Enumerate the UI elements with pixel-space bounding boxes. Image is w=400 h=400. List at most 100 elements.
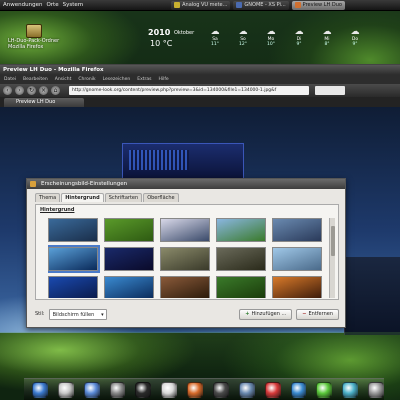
wallpaper-thumbnail[interactable] [48,218,98,242]
weather-temperature: 10 °C [150,39,173,48]
menu-item[interactable]: Bearbeiten [23,77,48,82]
cloud-icon: ☁ [322,27,332,37]
menu-item[interactable]: Datei [4,77,16,82]
music-icon[interactable] [342,381,359,398]
forecast-day-temp: 11° [211,42,219,47]
task-button[interactable]: Preview LH Duo [291,0,345,10]
section-title: Hintergrund [40,207,75,213]
wallpaper-thumbnail[interactable] [272,218,322,242]
forecast-day: ☁ Do 9° [348,27,362,48]
forecast-day: ☁ Mo 10° [264,28,278,48]
forecast-day: ☁ Sa 11° [208,28,222,48]
tab-preview[interactable]: Preview LH Duo [4,98,84,107]
wallpaper-scrollbar[interactable] [329,218,335,298]
wallpaper-thumbnail[interactable] [104,276,154,298]
bottom-dock [24,378,385,400]
back-icon[interactable]: ‹ [3,86,12,95]
menu-applications[interactable]: Anwendungen [3,2,42,8]
wallpaper-thumbnail[interactable] [104,247,154,271]
folder-icon[interactable] [109,381,126,398]
help-icon[interactable] [290,381,307,398]
remove-button[interactable]: − Entfernen [296,308,339,320]
dialog-tabs: Thema Hintergrund Schriftarten Oberfläche [27,189,345,202]
chat-icon[interactable] [316,381,333,398]
add-button-label: Hinzufügen ... [251,311,287,317]
calendar-icon[interactable] [264,381,281,398]
menu-places[interactable]: Orte [46,2,58,8]
forecast-day-temp: 12° [239,42,247,47]
app-icon [294,2,301,8]
side-preview-image [344,257,400,335]
task-button[interactable]: GNOME - XS Pi... [233,0,289,10]
wallpaper-thumbnail[interactable] [272,247,322,271]
folder-icon [25,24,42,38]
weather-forecast: ☁ Sa 11° ☁ So 12° ☁ Mo 10° ☁ Di 9° ☁ Mi 8° ☁ Do 9° [208,27,362,48]
cloud-icon: ☁ [238,27,248,37]
app-icon [236,2,243,8]
task-list: Analog VU mete... GNOME - XS Pi... Preview… [171,0,345,10]
menu-item[interactable]: Chronik [78,77,95,82]
menu-item[interactable]: Extras [137,77,151,82]
wallpaper-thumbnail[interactable] [160,247,210,271]
wallpaper-thumbnail[interactable] [48,245,100,273]
wallpaper-thumbnail[interactable] [160,218,210,242]
wallpaper-thumbnail[interactable] [48,276,98,298]
tab-hintergrund[interactable]: Hintergrund [61,193,104,202]
wallpaper-thumbnail[interactable] [104,218,154,242]
appearance-icon [30,181,36,187]
weather-widget: 2010 Oktober 10 °C ☁ Sa 11° ☁ So 12° ☁ Mo 10° ☁ Di… [148,26,388,54]
menu-item[interactable]: Ansicht [55,77,72,82]
home-icon[interactable] [32,381,48,398]
terminal-icon[interactable] [135,381,152,398]
menu-item[interactable]: Hilfe [158,77,168,82]
reload-icon[interactable]: ↻ [27,86,36,95]
tab-thema[interactable]: Thema [35,193,61,202]
background-panel: Hintergrund [35,204,339,300]
preview-panel-image [122,143,244,179]
desktop-icon-label: Mozilla Firefox [8,44,44,50]
forecast-day-temp: 9° [352,42,358,47]
trash-icon[interactable] [368,381,385,398]
browser-titlebar[interactable]: Preview LH Duo - Mozilla Firefox [0,65,400,75]
forecast-day: ☁ Mi 8° [320,27,334,48]
wallpaper-thumbnail[interactable] [216,276,266,298]
home-icon[interactable] [57,381,74,398]
tab-oberfläche[interactable]: Oberfläche [143,193,179,202]
plus-icon: + [245,311,250,317]
weather-month: Oktober [174,30,195,36]
forecast-day-temp: 10° [267,42,275,47]
wallpaper-thumbnail[interactable] [272,276,322,298]
forecast-day-temp: 8° [324,42,330,47]
media-player-icon[interactable] [213,381,229,398]
document-icon[interactable] [83,381,100,398]
scrollbar-thumb[interactable] [331,226,335,256]
cloud-icon: ☁ [294,27,304,37]
style-select[interactable]: Bildschirm füllen [48,308,107,320]
forward-icon[interactable]: › [15,86,24,95]
dialog-titlebar[interactable]: Erscheinungsbild-Einstellungen [27,179,345,189]
cloud-icon: ☁ [350,27,360,37]
menu-item[interactable]: Lesezeichen [103,77,131,82]
url-bar[interactable]: http://gnome-look.org/content/preview.ph… [69,86,309,95]
desktop-icon-folder-pack[interactable]: LH-Duo-Pack-Ordner [8,24,59,44]
add-button[interactable]: + Hinzufügen ... [239,308,293,320]
desktop-icon-firefox[interactable]: Mozilla Firefox [8,44,43,50]
task-label: Analog VU mete... [182,2,228,8]
minus-icon: − [302,311,307,317]
wallpaper-thumbnail[interactable] [216,218,266,242]
task-button[interactable]: Analog VU mete... [171,0,231,10]
browser-tabbar: Preview LH Duo [0,97,400,107]
browser-navbar: ‹ › ↻ × ⌂ http://gnome-look.org/content/… [0,84,400,97]
tab-schriftarten[interactable]: Schriftarten [104,193,143,202]
wallpaper-thumbnail[interactable] [216,247,266,271]
search-input[interactable] [315,86,345,95]
home-icon[interactable]: ⌂ [51,86,60,95]
image-viewer-icon[interactable] [161,381,178,398]
menu-system[interactable]: System [63,2,84,8]
settings-icon[interactable] [238,381,255,398]
wallpaper-thumbnail[interactable] [160,276,210,298]
firefox-icon[interactable] [187,381,204,398]
dock-reflection [0,332,400,376]
style-label: Stil: [35,311,45,317]
stop-icon[interactable]: × [39,86,48,95]
